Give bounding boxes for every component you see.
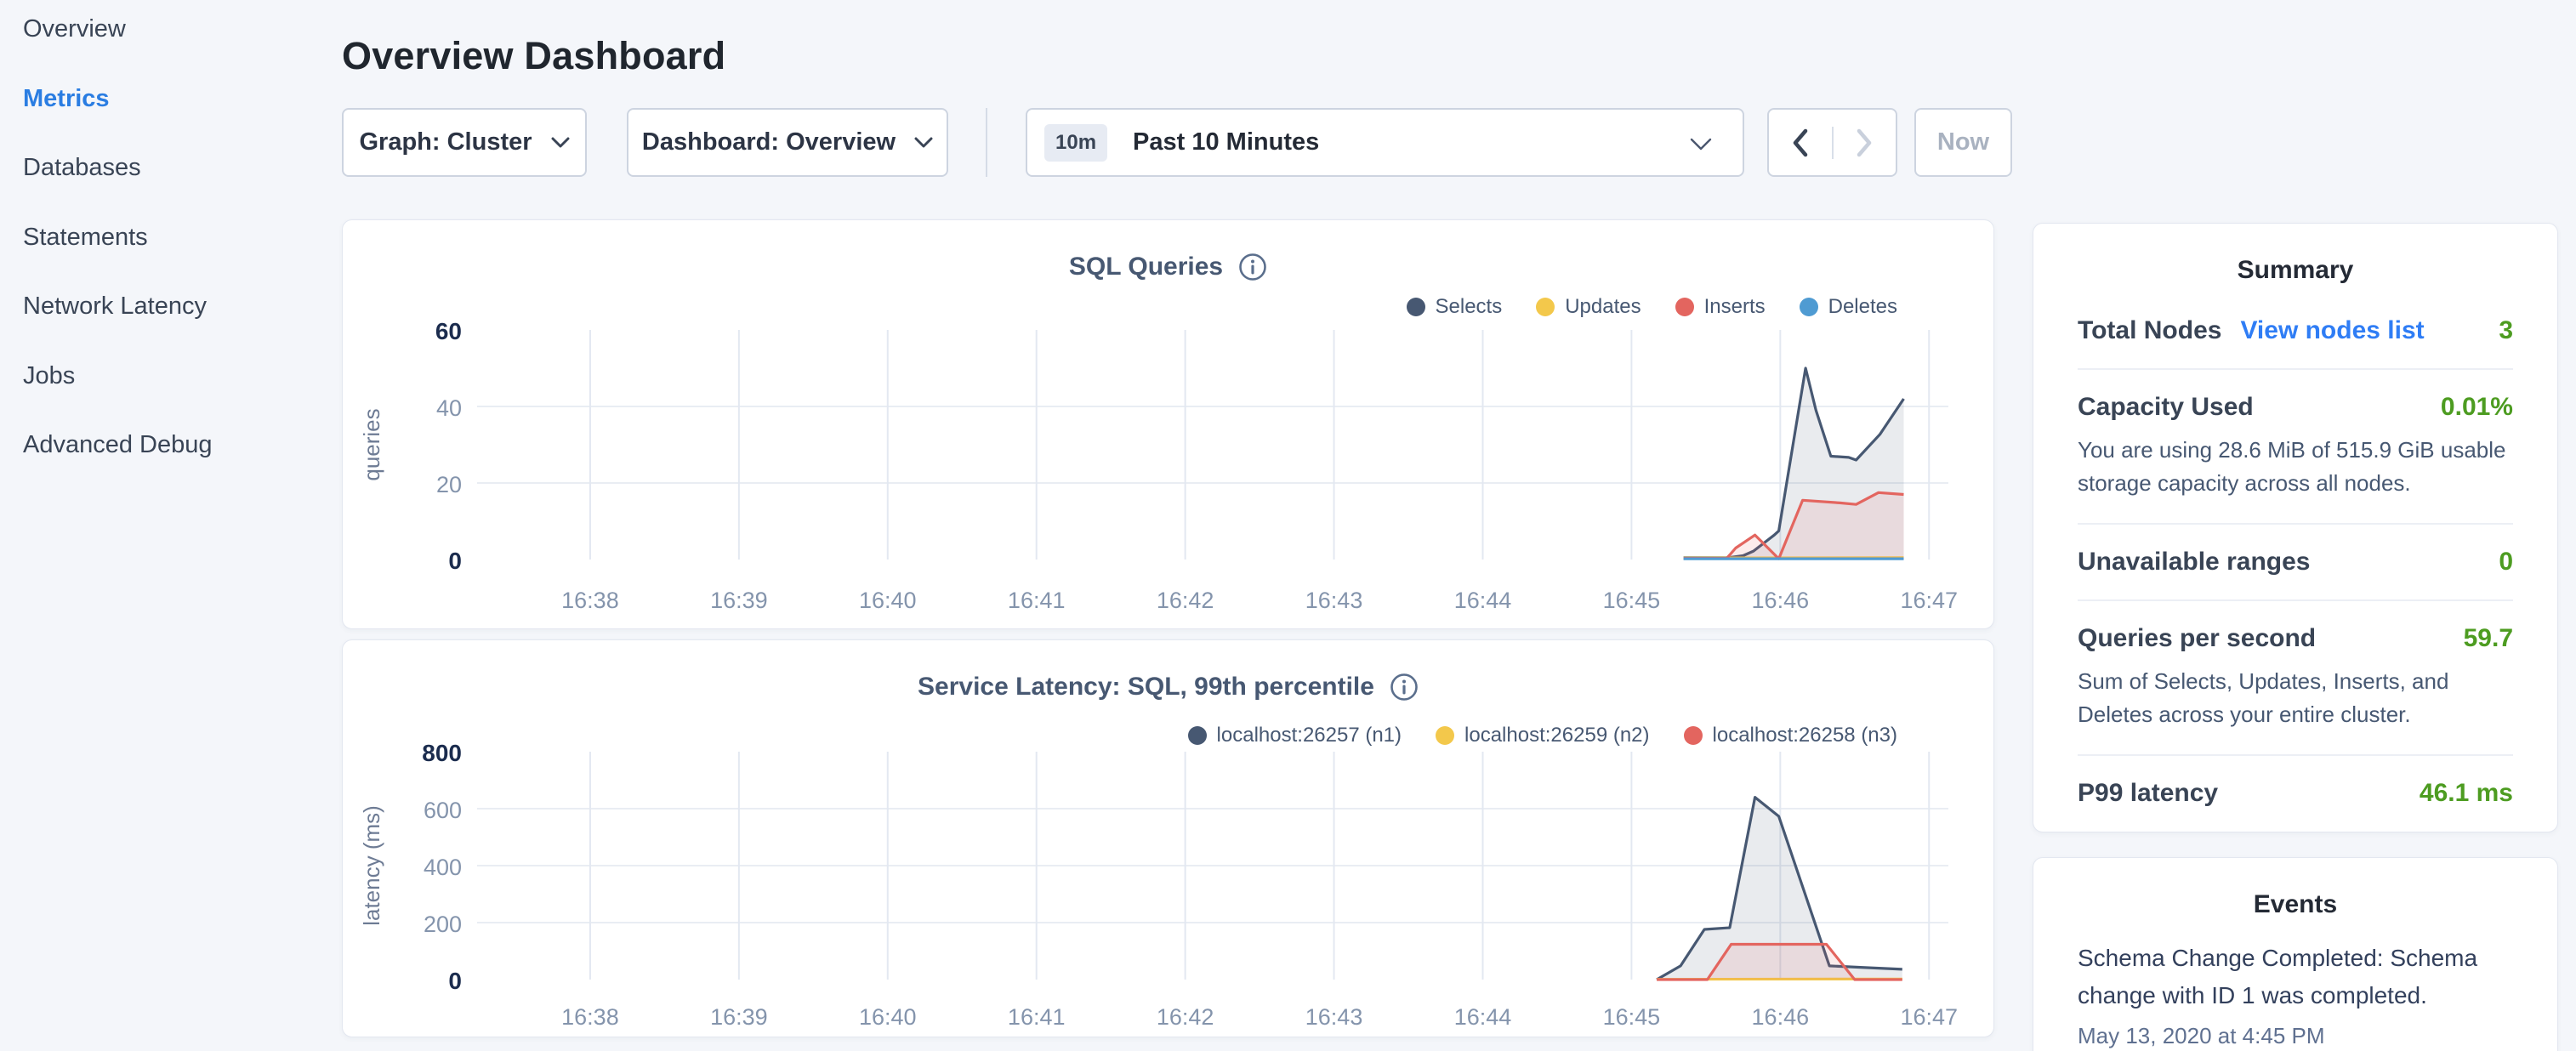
svg-text:40: 40 [436, 395, 462, 421]
controls-divider [986, 108, 987, 177]
time-step-forward-button[interactable] [1832, 127, 1896, 159]
metric-value: 0 [2499, 548, 2513, 577]
graph-scope-dropdown-label: Graph: Cluster [359, 128, 532, 156]
dashboard-controls: Graph: Cluster Dashboard: Overview 10m P… [342, 108, 2012, 177]
svg-text:16:42: 16:42 [1157, 1004, 1214, 1030]
sidebar-nav: OverviewMetricsDatabasesStatementsNetwor… [23, 15, 329, 501]
event-timestamp: May 13, 2020 at 4:45 PM [2078, 1023, 2513, 1049]
sidebar-item-statements[interactable]: Statements [23, 224, 329, 293]
sidebar-item-jobs[interactable]: Jobs [23, 362, 329, 432]
svg-text:16:39: 16:39 [710, 1004, 768, 1030]
svg-text:800: 800 [422, 740, 462, 766]
svg-text:0: 0 [448, 968, 462, 994]
graph-scope-dropdown[interactable]: Graph: Cluster [342, 108, 587, 177]
svg-text:16:40: 16:40 [859, 588, 917, 613]
db-console-page: OverviewMetricsDatabasesStatementsNetwor… [0, 0, 2576, 1051]
sidebar-item-network-latency[interactable]: Network Latency [23, 293, 329, 362]
metric-value: 59.7 [2464, 624, 2513, 653]
events-panel: Events Schema Change Completed: Schema c… [2033, 857, 2558, 1051]
svg-text:16:47: 16:47 [1900, 588, 1958, 613]
svg-text:16:46: 16:46 [1752, 588, 1810, 613]
chevron-down-icon [914, 137, 933, 149]
sidebar-item-advanced-debug[interactable]: Advanced Debug [23, 431, 329, 501]
summary-metric: P99 latency 46.1 ms [2078, 756, 2513, 831]
metric-description: You are using 28.6 MiB of 515.9 GiB usab… [2078, 434, 2513, 500]
svg-text:queries: queries [359, 408, 384, 480]
time-step-back-button[interactable] [1769, 127, 1832, 159]
summary-metric: Total Nodes View nodes list 3 [2078, 293, 2513, 370]
metric-label: Total Nodes [2078, 316, 2221, 345]
service-latency-chart-card: Service Latency: SQL, 99th percentile lo… [342, 639, 1994, 1037]
svg-text:200: 200 [424, 912, 462, 937]
svg-text:400: 400 [424, 855, 462, 880]
service-latency-sql-99th-percentile-chart[interactable]: 0 200 400 600 800 16:38 16:39 16:40 16:41 16:42 16… [343, 640, 1995, 1038]
metric-value: 3 [2499, 316, 2513, 345]
summary-metric: Unavailable ranges 0 [2078, 525, 2513, 601]
time-range-label: Past 10 Minutes [1133, 128, 1319, 156]
svg-text:16:45: 16:45 [1603, 588, 1661, 613]
page-title: Overview Dashboard [342, 34, 725, 78]
svg-text:16:40: 16:40 [859, 1004, 917, 1030]
dashboard-dropdown-label: Dashboard: Overview [642, 128, 896, 156]
now-button[interactable]: Now [1914, 108, 2012, 177]
events-body: Schema Change Completed: Schema change w… [2033, 919, 2557, 1049]
svg-text:16:43: 16:43 [1305, 588, 1363, 613]
events-heading: Events [2033, 858, 2557, 919]
svg-text:16:41: 16:41 [1008, 1004, 1066, 1030]
svg-text:16:42: 16:42 [1157, 588, 1214, 613]
summary-body: Total Nodes View nodes list 3 Capacity Used… [2033, 285, 2557, 831]
chevron-right-icon [1855, 128, 1874, 158]
chevron-left-icon [1791, 128, 1810, 158]
svg-text:latency (ms): latency (ms) [359, 805, 384, 926]
svg-text:16:39: 16:39 [710, 588, 768, 613]
svg-text:20: 20 [436, 472, 462, 497]
chevron-down-icon [551, 137, 570, 149]
metric-label: Unavailable ranges [2078, 548, 2310, 577]
event-message[interactable]: Schema Change Completed: Schema change w… [2078, 940, 2513, 1014]
metric-label: P99 latency [2078, 779, 2218, 808]
sidebar-item-databases[interactable]: Databases [23, 154, 329, 224]
summary-heading: Summary [2033, 224, 2557, 285]
svg-text:16:43: 16:43 [1305, 1004, 1363, 1030]
metric-value: 46.1 ms [2420, 779, 2513, 808]
metric-label: Capacity Used [2078, 393, 2254, 422]
svg-text:16:46: 16:46 [1752, 1004, 1810, 1030]
time-step-buttons [1767, 108, 1897, 177]
sql-queries-chart[interactable]: 0 20 40 60 16:38 16:39 16:40 16:41 16:42 16:43 16:… [343, 220, 1995, 630]
svg-text:16:45: 16:45 [1603, 1004, 1661, 1030]
svg-text:600: 600 [424, 798, 462, 823]
svg-text:16:47: 16:47 [1900, 1004, 1958, 1030]
summary-metric: Queries per second 59.7 Sum of Selects, Up… [2078, 601, 2513, 756]
sidebar-item-metrics[interactable]: Metrics [23, 85, 329, 155]
summary-metric: Capacity Used 0.01% You are using 28.6 MiB… [2078, 370, 2513, 525]
sidebar-item-overview[interactable]: Overview [23, 15, 329, 85]
svg-text:16:44: 16:44 [1454, 588, 1512, 613]
svg-text:16:44: 16:44 [1454, 1004, 1512, 1030]
sql-queries-chart-card: SQL Queries SelectsUpdatesInsertsDeletes… [342, 219, 1994, 629]
svg-text:16:41: 16:41 [1008, 588, 1066, 613]
metric-label: Queries per second [2078, 624, 2316, 653]
dashboard-dropdown[interactable]: Dashboard: Overview [627, 108, 948, 177]
chevron-down-icon [1690, 138, 1712, 151]
svg-text:16:38: 16:38 [561, 588, 619, 613]
view-nodes-list-link[interactable]: View nodes list [2240, 316, 2424, 345]
svg-text:16:38: 16:38 [561, 1004, 619, 1030]
metric-value: 0.01% [2441, 393, 2513, 422]
metric-description: Sum of Selects, Updates, Inserts, and De… [2078, 665, 2513, 731]
sidebar-list: OverviewMetricsDatabasesStatementsNetwor… [23, 15, 329, 501]
svg-text:0: 0 [448, 548, 462, 574]
time-range-selector[interactable]: 10m Past 10 Minutes [1026, 108, 1744, 177]
time-range-badge: 10m [1044, 124, 1107, 162]
summary-panel: Summary Total Nodes View nodes list 3 Capac… [2033, 223, 2558, 832]
svg-text:60: 60 [435, 318, 462, 344]
